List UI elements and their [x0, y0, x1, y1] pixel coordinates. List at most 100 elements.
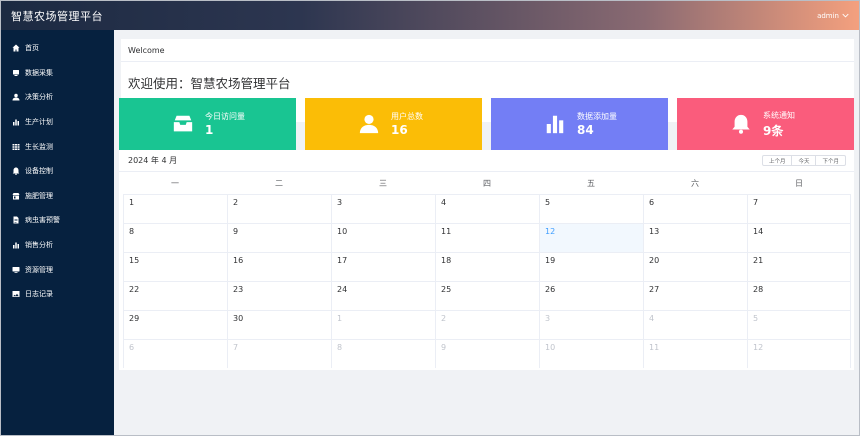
- stat-label: 数据添加量: [577, 112, 617, 121]
- weekday-row: 一 二 三 四 五 六 日: [123, 172, 851, 194]
- calendar-header: 2024 年 4 月 上个月 今天 下个月: [119, 150, 854, 172]
- sidebar-item-data-collection[interactable]: 数据采集: [1, 61, 114, 86]
- calendar-day[interactable]: 9: [435, 339, 539, 368]
- app-title: 智慧农场管理平台: [11, 9, 103, 23]
- sidebar-item-sales-analysis[interactable]: 销售分析: [1, 233, 114, 258]
- calendar-month-label: 2024 年 4 月: [128, 156, 178, 165]
- calendar-day-today[interactable]: 12: [539, 223, 643, 252]
- monitor-icon: [12, 266, 20, 274]
- sidebar-item-logs[interactable]: 日志记录: [1, 282, 114, 307]
- calendar-day[interactable]: 7: [227, 339, 331, 368]
- sidebar-item-growth-monitoring[interactable]: 生长监测: [1, 134, 114, 159]
- calendar-day[interactable]: 25: [435, 281, 539, 310]
- calendar-day[interactable]: 12: [747, 339, 851, 368]
- top-header: 智慧农场管理平台 admin: [1, 1, 859, 30]
- next-month-button[interactable]: 下个月: [815, 155, 846, 166]
- calendar-day[interactable]: 30: [227, 310, 331, 339]
- stat-card-users: 用户总数 16: [305, 98, 482, 150]
- calendar-day[interactable]: 8: [123, 223, 227, 252]
- user-menu[interactable]: admin: [817, 12, 849, 20]
- page-title: 欢迎使用：智慧农场管理平台: [128, 76, 291, 91]
- calendar-day[interactable]: 29: [123, 310, 227, 339]
- stat-label: 系统通知: [763, 110, 795, 120]
- user-name: admin: [817, 11, 839, 20]
- calendar-day[interactable]: 21: [747, 252, 851, 281]
- calendar-day[interactable]: 11: [643, 339, 747, 368]
- database-icon: [12, 69, 20, 77]
- main-content: Welcome 欢迎使用：智慧农场管理平台 今日访问量 1 用户总数 16 数据…: [114, 30, 859, 435]
- chevron-down-icon: [842, 13, 849, 18]
- stat-value: 1: [205, 123, 214, 137]
- sidebar-item-pest-warning[interactable]: 病虫害预警: [1, 208, 114, 233]
- weekday-header: 日: [795, 178, 803, 188]
- calendar-week: 15 16 17 18 19 20 21: [123, 252, 851, 281]
- sidebar-item-home[interactable]: 首页: [1, 36, 114, 61]
- user-icon: [12, 93, 20, 101]
- calendar-day[interactable]: 4: [643, 310, 747, 339]
- sidebar-item-production-plan[interactable]: 生产计划: [1, 110, 114, 135]
- calendar-day[interactable]: 1: [123, 194, 227, 223]
- calendar-day[interactable]: 4: [435, 194, 539, 223]
- sidebar-item-label: 首页: [25, 44, 39, 53]
- calendar-day[interactable]: 8: [331, 339, 435, 368]
- calendar-day[interactable]: 14: [747, 223, 851, 252]
- calendar-day[interactable]: 1: [331, 310, 435, 339]
- calendar-day[interactable]: 15: [123, 252, 227, 281]
- stat-label: 今日访问量: [205, 112, 245, 121]
- calendar-day[interactable]: 9: [227, 223, 331, 252]
- stat-label: 用户总数: [391, 112, 423, 121]
- bar-chart-icon: [12, 118, 20, 126]
- calendar-day[interactable]: 11: [435, 223, 539, 252]
- calendar-day[interactable]: 13: [643, 223, 747, 252]
- calendar-day[interactable]: 3: [331, 194, 435, 223]
- calendar-day[interactable]: 2: [227, 194, 331, 223]
- calendar-day[interactable]: 10: [331, 223, 435, 252]
- stat-card-data-added: 数据添加量 84: [491, 98, 668, 150]
- calendar-day[interactable]: 5: [539, 194, 643, 223]
- sidebar-item-label: 生产计划: [25, 118, 53, 127]
- stat-value: 84: [577, 123, 594, 137]
- calendar-day[interactable]: 18: [435, 252, 539, 281]
- sidebar-item-fertilization[interactable]: 施肥管理: [1, 184, 114, 209]
- calendar-day[interactable]: 17: [331, 252, 435, 281]
- grid-icon: [12, 143, 20, 151]
- calendar-week: 8 9 10 11 12 13 14: [123, 223, 851, 252]
- calendar-week: 22 23 24 25 26 27 28: [123, 281, 851, 310]
- calendar-day[interactable]: 23: [227, 281, 331, 310]
- weekday-header: 五: [587, 178, 595, 188]
- calendar-day[interactable]: 24: [331, 281, 435, 310]
- calendar-day[interactable]: 16: [227, 252, 331, 281]
- calendar-day[interactable]: 7: [747, 194, 851, 223]
- picture-icon: [12, 290, 20, 298]
- calendar-day[interactable]: 10: [539, 339, 643, 368]
- sidebar-item-label: 施肥管理: [25, 191, 53, 200]
- calendar-day[interactable]: 22: [123, 281, 227, 310]
- calendar-week: 6 7 8 9 10 11 12: [123, 339, 851, 368]
- calendar-nav: 上个月 今天 下个月: [761, 155, 846, 166]
- calendar-day[interactable]: 28: [747, 281, 851, 310]
- calendar-day[interactable]: 20: [643, 252, 747, 281]
- sidebar-item-label: 资源管理: [25, 265, 53, 274]
- weekday-header: 四: [483, 178, 491, 188]
- welcome-header: Welcome: [121, 39, 854, 62]
- weekday-header: 三: [379, 178, 387, 188]
- calendar-day[interactable]: 5: [747, 310, 851, 339]
- calendar-grid: 一 二 三 四 五 六 日 1 2 3 4 5 6 7 8 9 10 11 12…: [119, 172, 854, 368]
- calendar-day[interactable]: 6: [123, 339, 227, 368]
- bar-chart-icon: [491, 113, 577, 135]
- today-button[interactable]: 今天: [791, 155, 817, 166]
- user-icon: [305, 113, 391, 135]
- sidebar: 首页 数据采集 决策分析 生产计划 生长监测 设备控制 施肥管理 病虫害预警 销…: [1, 30, 114, 435]
- prev-month-button[interactable]: 上个月: [761, 155, 793, 166]
- calendar-day[interactable]: 19: [539, 252, 643, 281]
- calendar-day[interactable]: 27: [643, 281, 747, 310]
- stat-value: 16: [391, 123, 408, 137]
- sidebar-item-resource-management[interactable]: 资源管理: [1, 257, 114, 282]
- calendar-day[interactable]: 26: [539, 281, 643, 310]
- sidebar-item-decision-analysis[interactable]: 决策分析: [1, 85, 114, 110]
- sidebar-item-device-control[interactable]: 设备控制: [1, 159, 114, 184]
- calendar-day[interactable]: 6: [643, 194, 747, 223]
- calendar-day[interactable]: 2: [435, 310, 539, 339]
- app-window: 智慧农场管理平台 admin 首页 数据采集 决策分析 生产计划 生长监测 设备…: [0, 0, 860, 436]
- calendar-day[interactable]: 3: [539, 310, 643, 339]
